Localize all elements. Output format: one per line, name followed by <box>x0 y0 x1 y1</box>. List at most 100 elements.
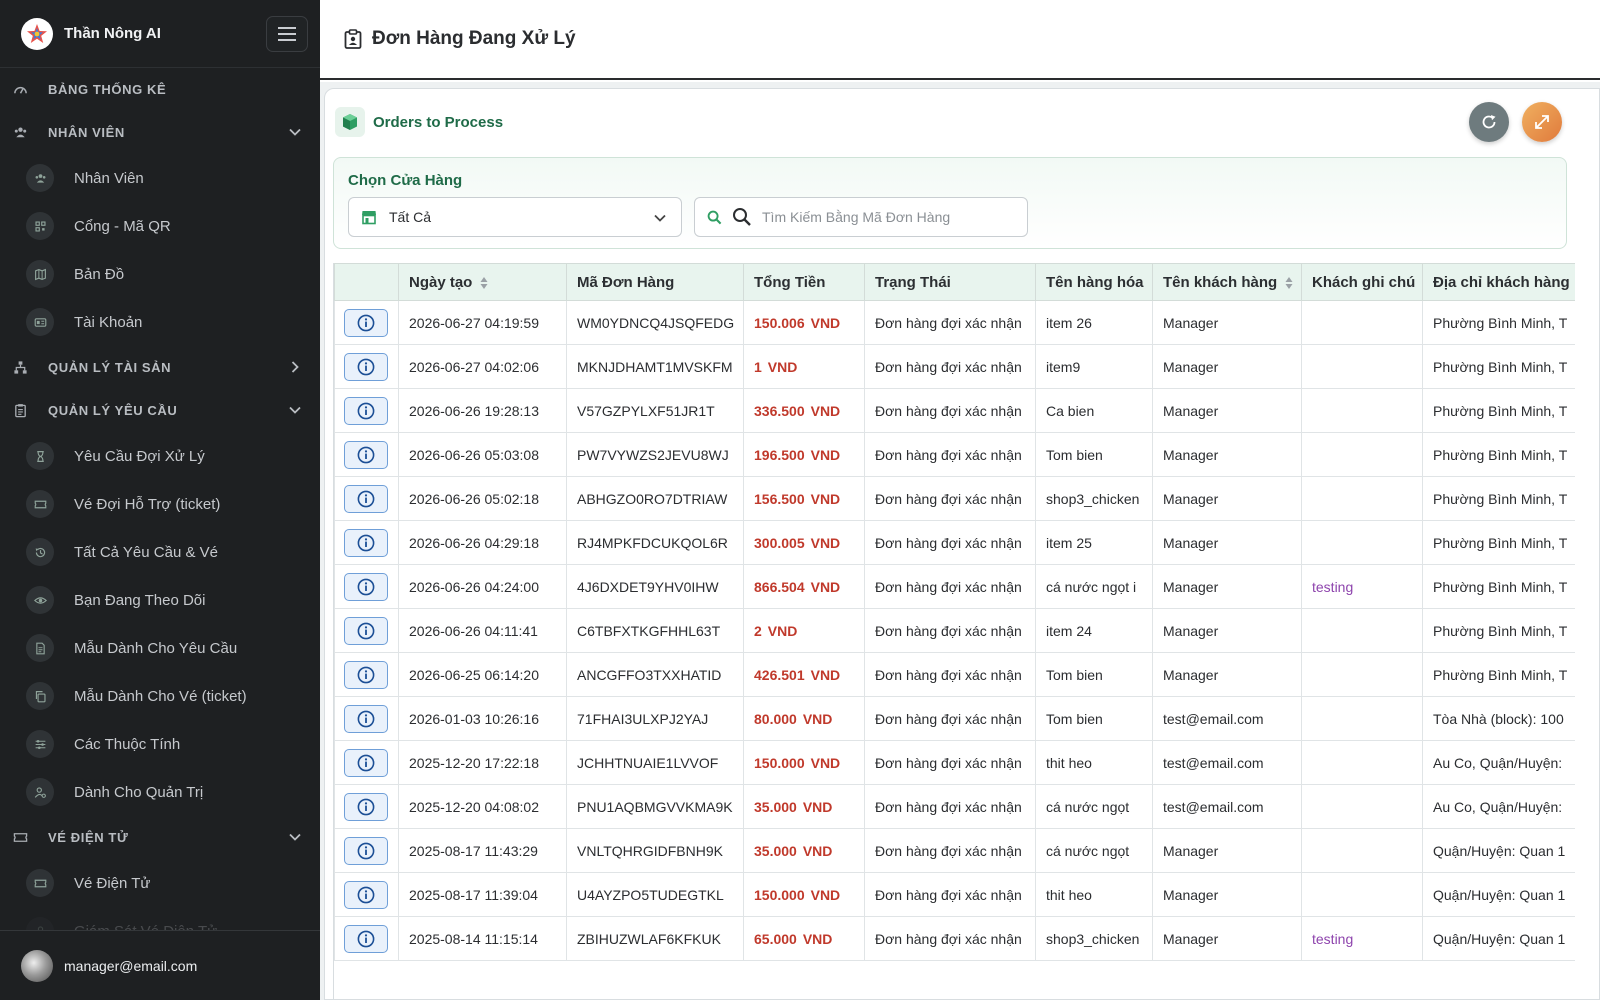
expand-button[interactable] <box>1522 102 1562 142</box>
sidebar-item[interactable]: Tất Cả Yêu Cầu & Vé <box>0 528 320 576</box>
cell-created-date: 2026-06-27 04:19:59 <box>398 300 567 345</box>
sidebar-item[interactable]: Vé Điện Tử <box>0 859 320 907</box>
sidebar-item[interactable]: Bạn Đang Theo Dõi <box>0 576 320 624</box>
cell-customer-address: Au Co, Quận/Huyện: <box>1422 740 1575 785</box>
menu-toggle-button[interactable] <box>266 16 308 52</box>
table-row[interactable]: 2026-06-26 04:24:00 4J6DXDET9YHV0IHW 866.5… <box>334 564 1575 609</box>
table-row[interactable]: 2026-06-26 04:11:41 C6TBFXTKGFHHL63T 2 VND Đ… <box>334 608 1575 653</box>
cell-customer: test@email.com <box>1152 784 1302 829</box>
user-profile[interactable]: manager@email.com <box>0 930 320 1000</box>
sort-icon[interactable] <box>1285 276 1293 290</box>
table-row[interactable]: 2026-06-26 04:29:18 RJ4MPKFDCUKQOL6R 300.0… <box>334 520 1575 565</box>
amount-value: 300.005 <box>754 534 805 551</box>
table-row[interactable]: 2025-12-20 04:08:02 PNU1AQBMGVVKMA9K 35.00… <box>334 784 1575 829</box>
sidebar-section[interactable]: VÉ ĐIỆN TỬ <box>0 816 320 859</box>
sidebar-section[interactable]: QUẢN LÝ TÀI SẢN <box>0 346 320 389</box>
sidebar-section[interactable]: NHÂN VIÊN <box>0 111 320 154</box>
sidebar-item[interactable]: Mẫu Dành Cho Vé (ticket) <box>0 672 320 720</box>
currency-label: VND <box>802 930 833 947</box>
sidebar-item[interactable]: Vé Đợi Hỗ Trợ (ticket) <box>0 480 320 528</box>
cell-product: Tom bien <box>1035 696 1153 741</box>
currency-label: VND <box>810 754 841 771</box>
sidebar-item[interactable]: Cổng - Mã QR <box>0 202 320 250</box>
cell-created-date: 2026-06-26 04:24:00 <box>398 564 567 609</box>
cell-customer-note <box>1301 476 1423 521</box>
sidebar-section[interactable]: QUẢN LÝ YÊU CẦU <box>0 389 320 432</box>
sidebar-item[interactable]: Yêu Cầu Đợi Xử Lý <box>0 432 320 480</box>
action-cell <box>334 740 399 785</box>
cell-product: cá nước ngọt <box>1035 784 1153 829</box>
table-row[interactable]: 2025-08-14 11:15:14 ZBIHUZWLAF6KFKUK 65.00… <box>334 916 1575 961</box>
store-select[interactable]: Tất Cả <box>348 197 682 237</box>
table-row[interactable]: 2026-06-25 06:14:20 ANCGFFO3TXXHATID 426.5… <box>334 652 1575 697</box>
currency-label: VND <box>802 798 833 815</box>
col-header-label: Ngày tạo <box>409 273 473 291</box>
cell-order-code: 71FHAI3ULXPJ2YAJ <box>566 696 744 741</box>
table-row[interactable]: 2026-06-27 04:19:59 WM0YDNCQ4JSQFEDG 150.0… <box>334 300 1575 345</box>
cell-order-code: RJ4MPKFDCUKQOL6R <box>566 520 744 565</box>
sidebar-item[interactable]: Mẫu Dành Cho Yêu Cầu <box>0 624 320 672</box>
info-button[interactable] <box>344 792 388 821</box>
info-button[interactable] <box>344 836 388 865</box>
info-icon <box>357 314 375 331</box>
col-header-created-date[interactable]: Ngày tạo <box>398 263 567 301</box>
info-button[interactable] <box>344 308 388 337</box>
action-cell <box>334 872 399 917</box>
cell-customer: Manager <box>1152 476 1302 521</box>
search-box[interactable] <box>694 197 1028 237</box>
table-row[interactable]: 2026-06-27 04:02:06 MKNJDHAMT1MVSKFM 1 VND Đ… <box>334 344 1575 389</box>
sidebar-item[interactable]: Bản Đồ <box>0 250 320 298</box>
info-button[interactable] <box>344 484 388 513</box>
sidebar-section[interactable]: BẢNG THỐNG KÊ <box>0 68 320 111</box>
sidebar-section-label: QUẢN LÝ YÊU CẦU <box>48 403 178 418</box>
info-button[interactable] <box>344 616 388 645</box>
sidebar-item[interactable]: Dành Cho Quản Trị <box>0 768 320 816</box>
info-button[interactable] <box>344 748 388 777</box>
search-input[interactable] <box>762 209 1002 225</box>
sidebar-item[interactable]: Tài Khoản <box>0 298 320 346</box>
info-button[interactable] <box>344 704 388 733</box>
sidebar-item-label: Các Thuộc Tính <box>74 735 181 753</box>
sidebar-item[interactable]: Nhân Viên <box>0 154 320 202</box>
info-button[interactable] <box>344 352 388 381</box>
table-row[interactable]: 2025-08-17 11:39:04 U4AYZPO5TUDEGTKL 150.0… <box>334 872 1575 917</box>
table-row[interactable]: 2026-06-26 05:03:08 PW7VYWZS2JEVU8WJ 196.5… <box>334 432 1575 477</box>
cell-created-date: 2026-06-26 04:29:18 <box>398 520 567 565</box>
info-button[interactable] <box>344 528 388 557</box>
hourglass-icon <box>26 442 54 470</box>
chevron-down-icon <box>654 214 666 222</box>
cell-order-code: MKNJDHAMT1MVSKFM <box>566 344 744 389</box>
info-button[interactable] <box>344 440 388 469</box>
orders-table-wrap[interactable]: Ngày tạo Mã Đơn Hàng Tổng Tiền Trạng Thá… <box>333 263 1575 999</box>
cell-created-date: 2026-06-27 04:02:06 <box>398 344 567 389</box>
sidebar-item-label: Tài Khoản <box>74 313 143 331</box>
table-row[interactable]: 2025-08-17 11:43:29 VNLTQHRGIDFBNH9K 35.00… <box>334 828 1575 873</box>
action-cell <box>334 696 399 741</box>
sort-icon[interactable] <box>480 276 488 290</box>
info-button[interactable] <box>344 396 388 425</box>
table-row[interactable]: 2026-06-26 05:02:18 ABHGZO0RO7DTRIAW 156.5… <box>334 476 1575 521</box>
search-icon <box>707 210 722 224</box>
info-button[interactable] <box>344 880 388 909</box>
avatar[interactable] <box>21 949 53 982</box>
main-panel: Orders to Process Chọn Cửa Hàng Tất Cả T… <box>320 82 1600 1000</box>
sidebar-item[interactable]: Các Thuộc Tính <box>0 720 320 768</box>
table-row[interactable]: 2026-01-03 10:26:16 71FHAI3ULXPJ2YAJ 80.00… <box>334 696 1575 741</box>
cell-created-date: 2026-01-03 10:26:16 <box>398 696 567 741</box>
info-button[interactable] <box>344 660 388 689</box>
info-button[interactable] <box>344 572 388 601</box>
orders-card: Orders to Process Chọn Cửa Hàng Tất Cả T… <box>324 88 1600 1000</box>
table-row[interactable]: 2026-06-26 19:28:13 V57GZPYLXF51JR1T 336.5… <box>334 388 1575 433</box>
sidebar-item-label: Bản Đồ <box>74 265 125 283</box>
cell-total: 150.000 VND <box>743 740 865 785</box>
sidebar-section-label: VÉ ĐIỆN TỬ <box>48 830 129 845</box>
col-header-order-code: Mã Đơn Hàng <box>566 263 744 301</box>
col-header-customer[interactable]: Tên khách hàng <box>1152 263 1302 301</box>
cell-total: 1 VND <box>743 344 865 389</box>
refresh-button[interactable] <box>1469 102 1509 142</box>
table-row[interactable]: 2025-12-20 17:22:18 JCHHTNUAIE1LVVOF 150.0… <box>334 740 1575 785</box>
cell-status: Đơn hàng đợi xác nhận <box>864 476 1036 521</box>
info-button[interactable] <box>344 924 388 953</box>
cell-customer-note <box>1301 872 1423 917</box>
cell-order-code: JCHHTNUAIE1LVVOF <box>566 740 744 785</box>
